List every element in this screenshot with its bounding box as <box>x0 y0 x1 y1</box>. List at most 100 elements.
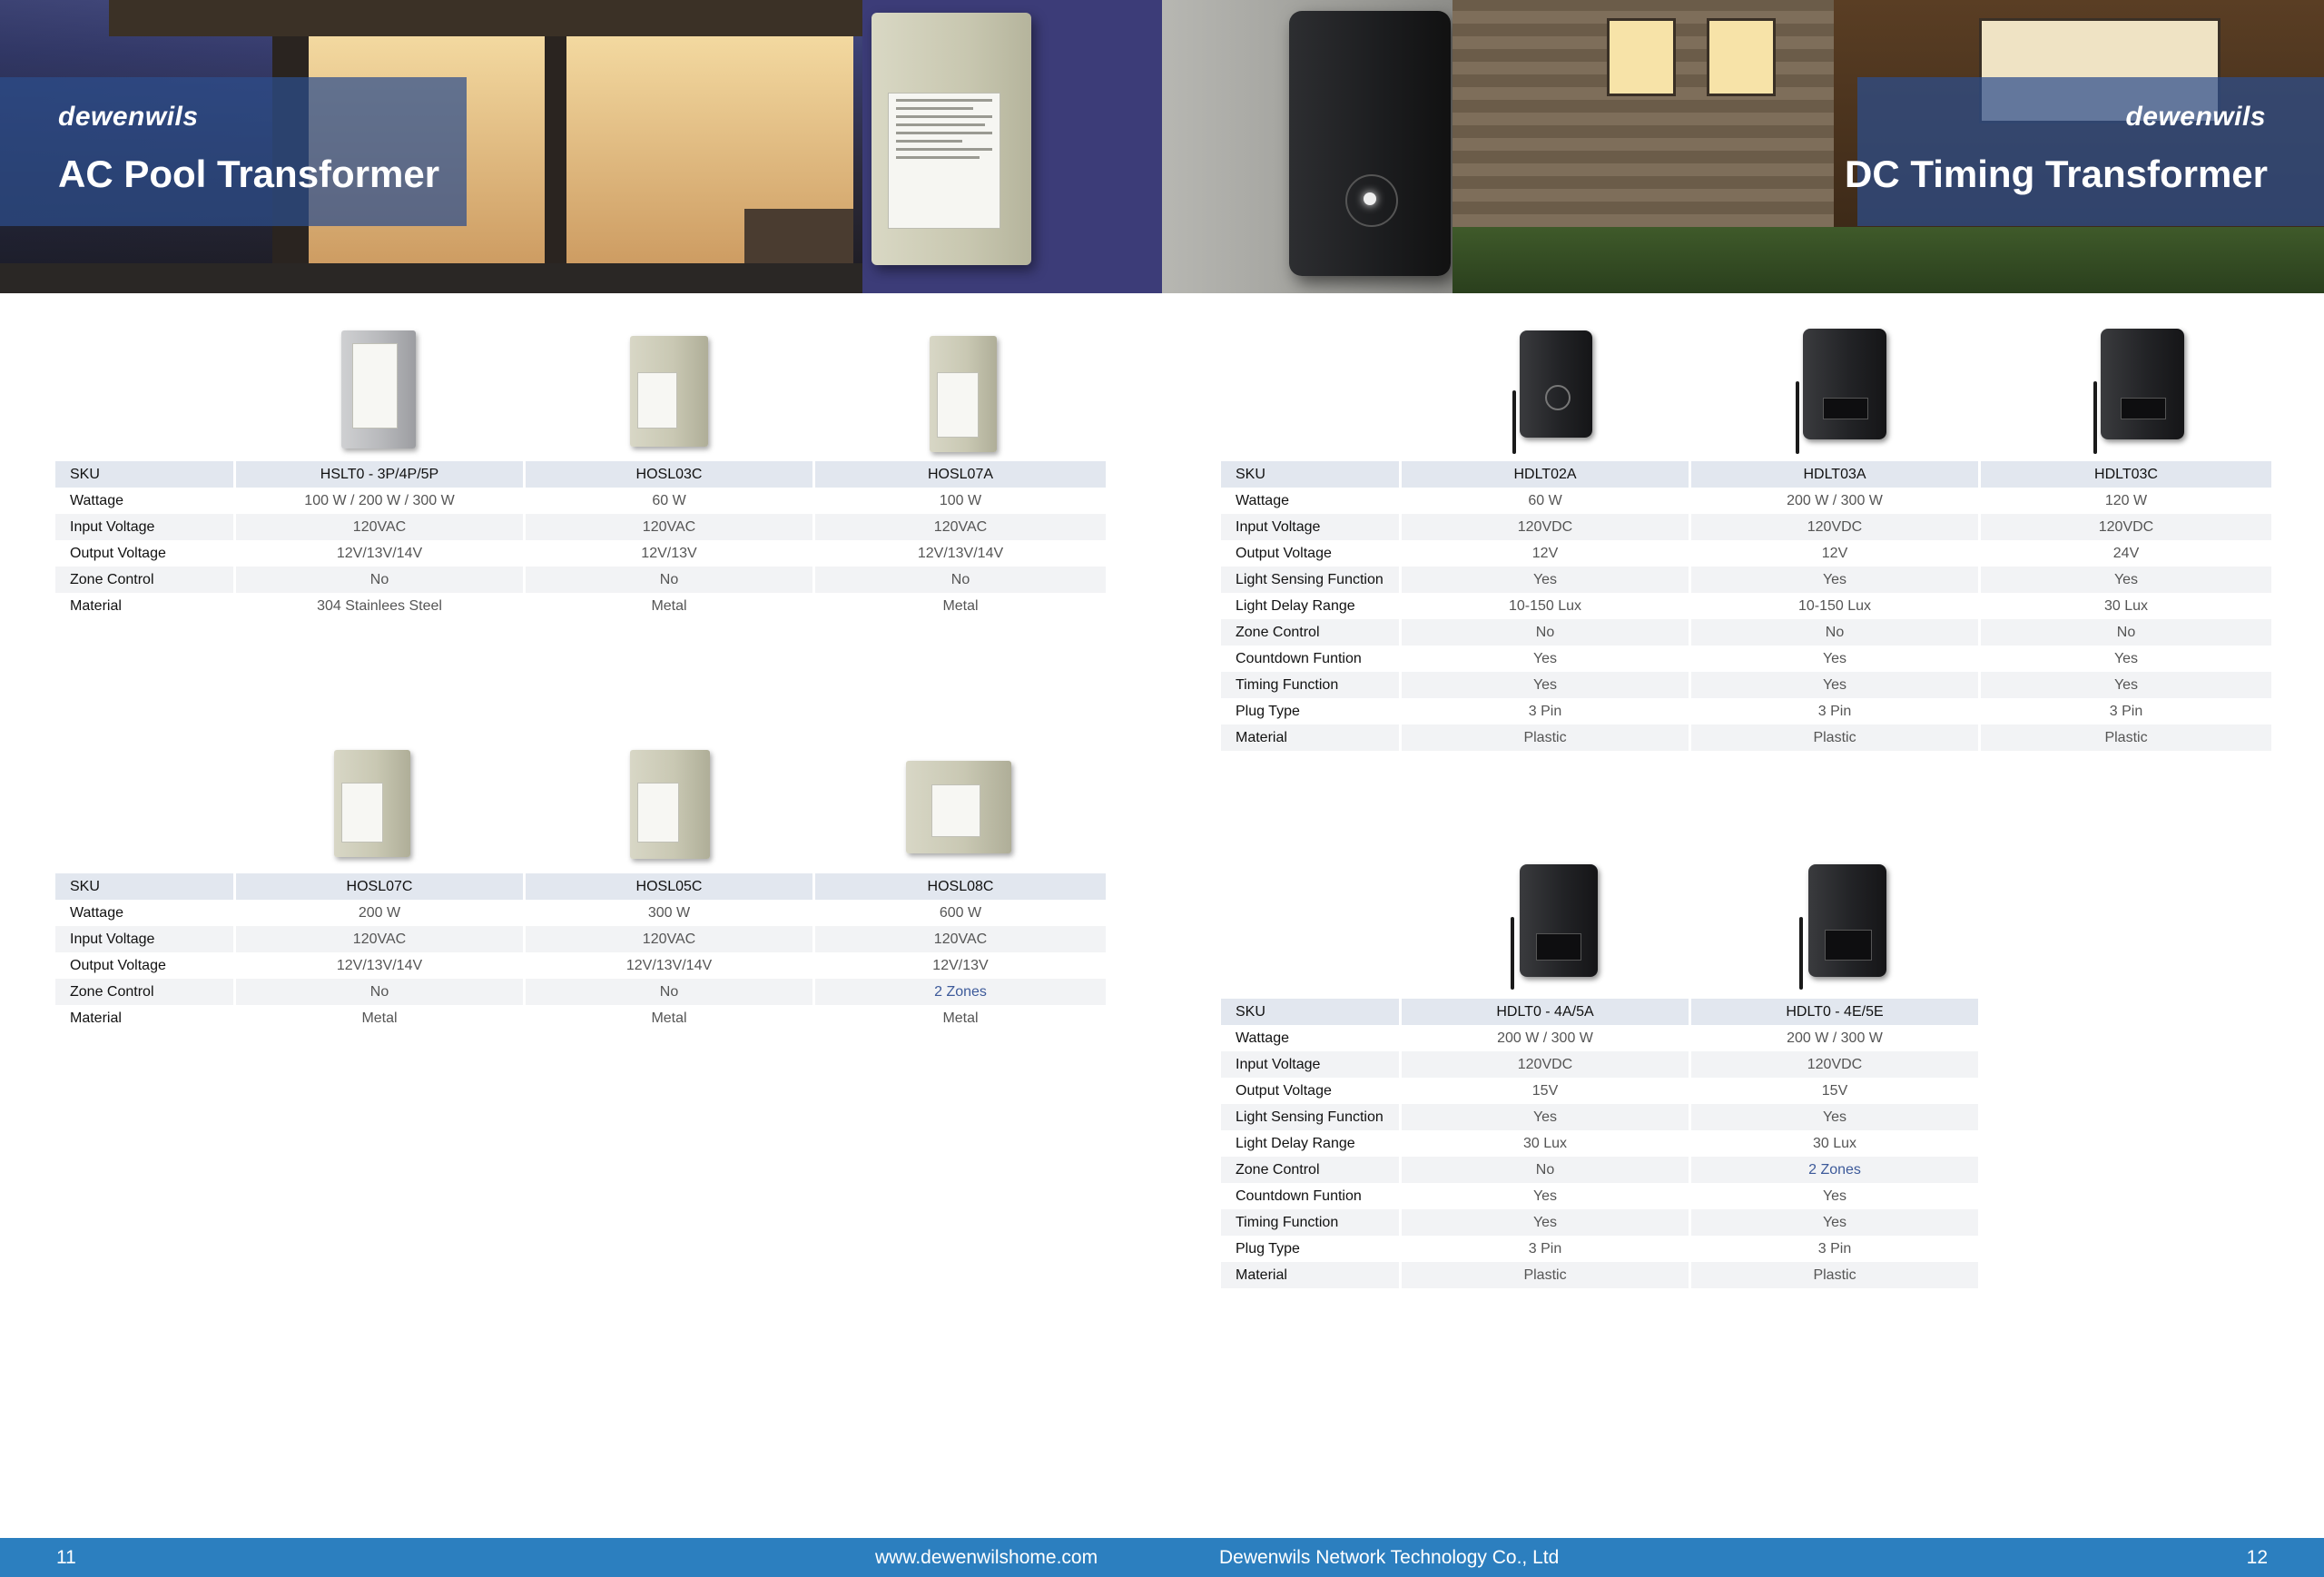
table-cell: 200 W / 300 W <box>1787 1030 1883 1046</box>
pool-transformer-photo <box>872 13 1031 265</box>
table-cell: Yes <box>1691 1104 1978 1130</box>
table-row-zone-control: Zone Control No No No <box>55 567 1106 593</box>
table-cell: Yes <box>2113 650 2139 666</box>
page-title: DC Timing Transformer <box>1845 153 2268 195</box>
page-title: AC Pool Transformer <box>58 153 440 195</box>
table-cell: 3 Pin <box>1528 703 1562 719</box>
hero-title-band <box>1857 77 2324 226</box>
roof-beams <box>109 0 872 36</box>
sku-cell: HDLT02A <box>1402 461 1689 488</box>
table-row-output-voltage: Output Voltage 15V 15V <box>1221 1078 1978 1104</box>
row-label: Wattage <box>70 492 123 508</box>
sku-cell: HSLT0 - 3P/4P/5P <box>236 461 523 488</box>
table-cell: Yes <box>1822 1188 1847 1204</box>
row-label: Wattage <box>1236 1030 1289 1046</box>
table-row-output-voltage: Output Voltage 12V/13V/14V 12V/13V 12V/1… <box>55 540 1106 567</box>
row-label: Material <box>1221 724 1399 751</box>
table-cell: Plastic <box>1402 724 1689 751</box>
table-row-wattage: Wattage 60 W 200 W / 300 W 120 W <box>1221 488 2271 514</box>
table-cell: Metal <box>942 1010 979 1026</box>
table-cell: Yes <box>1981 567 2271 593</box>
table-cell: 3 Pin <box>1817 1240 1852 1257</box>
table-cell: 60 W <box>652 492 686 508</box>
row-label: SKU <box>1221 999 1399 1025</box>
table-cell: 200 W <box>358 904 401 921</box>
table-cell: No <box>236 567 523 593</box>
power-cord <box>1796 381 1799 454</box>
sku-cell: HDLT0 - 4A/5A <box>1402 999 1689 1025</box>
table-cell: Yes <box>1402 672 1689 698</box>
table-cell: Yes <box>1532 650 1558 666</box>
lcd-display <box>1823 398 1868 419</box>
row-label: Light Sensing Function <box>1221 1104 1399 1130</box>
table-cell: 120VAC <box>236 926 523 952</box>
table-cell: No <box>815 567 1106 593</box>
table-cell: Plastic <box>1402 1262 1689 1288</box>
row-label: Input Voltage <box>55 926 233 952</box>
row-label: Light Delay Range <box>1236 1135 1355 1151</box>
row-label: Zone Control <box>55 567 233 593</box>
row-label: Countdown Funtion <box>1236 650 1362 666</box>
table-row-material: Material 304 Stainlees Steel Metal Metal <box>55 593 1106 619</box>
dc-spec-table-2: SKU HDLT0 - 4A/5A HDLT0 - 4E/5E Wattage … <box>1218 999 1981 1288</box>
sku-cell: HDLT03C <box>1981 461 2271 488</box>
row-label: Timing Function <box>1221 672 1399 698</box>
table-cell: 304 Stainlees Steel <box>317 597 442 614</box>
sku-cell: HDLT03A <box>1691 461 1978 488</box>
row-label: Input Voltage <box>1221 1051 1399 1078</box>
table-row-timing: Timing Function Yes Yes <box>1221 1209 1978 1236</box>
table-cell: 12V/13V <box>932 957 989 973</box>
table-row-sku: SKU HDLT0 - 4A/5A HDLT0 - 4E/5E <box>1221 999 1978 1025</box>
table-cell: Plastic <box>1691 1262 1978 1288</box>
table-cell: Yes <box>1822 650 1847 666</box>
row-label: Output Voltage <box>1236 1082 1332 1099</box>
row-label: Material <box>1221 1262 1399 1288</box>
table-cell: 30 Lux <box>1812 1135 1857 1151</box>
table-row-input-voltage: Input Voltage 120VDC 120VDC 120VDC <box>1221 514 2271 540</box>
sku-cell: HDLT0 - 4E/5E <box>1691 999 1978 1025</box>
table-row-sku: SKU HDLT02A HDLT03A HDLT03C <box>1221 461 2271 488</box>
right-page: dewenwils DC Timing Transformer SKU HDLT… <box>1162 0 2324 1577</box>
table-row-material: Material Metal Metal Metal <box>55 1005 1106 1031</box>
table-cell: 60 W <box>1528 492 1562 508</box>
table-row-plug-type: Plug Type 3 Pin 3 Pin 3 Pin <box>1221 698 2271 724</box>
power-cord <box>1799 917 1803 990</box>
row-label: SKU <box>1221 461 1399 488</box>
table-row-plug-type: Plug Type 3 Pin 3 Pin <box>1221 1236 1978 1262</box>
table-cell: Metal <box>651 1010 687 1026</box>
table-cell: 15V <box>1531 1082 1559 1099</box>
table-cell: 3 Pin <box>1528 1240 1562 1257</box>
row-label: SKU <box>55 461 233 488</box>
brand-logo: dewenwils <box>2125 102 2266 132</box>
table-cell: 100 W <box>939 492 982 508</box>
table-cell: 120VAC <box>236 514 523 540</box>
table-row-input-voltage: Input Voltage 120VAC 120VAC 120VAC <box>55 926 1106 952</box>
power-cord <box>1512 390 1516 454</box>
window <box>1607 18 1676 96</box>
table-cell: No <box>526 979 812 1005</box>
row-label: Light Delay Range <box>1236 597 1355 614</box>
device-label <box>888 93 1000 229</box>
device-label <box>341 783 383 843</box>
product-image-hosl03c <box>630 336 708 447</box>
device-label <box>352 343 398 429</box>
table-cell: No <box>1402 619 1689 646</box>
table-cell: No <box>526 567 812 593</box>
window <box>1707 18 1776 96</box>
table-cell: Yes <box>1691 1209 1978 1236</box>
table-cell: Yes <box>1981 672 2271 698</box>
website-link[interactable]: www.dewenwilshome.com <box>875 1547 1098 1569</box>
table-cell: 100 W / 200 W / 300 W <box>304 492 455 508</box>
sku-cell: HOSL05C <box>526 873 812 900</box>
row-label: Countdown Funtion <box>1236 1188 1362 1204</box>
table-row-material: Material Plastic Plastic Plastic <box>1221 724 2271 751</box>
row-label: Input Voltage <box>55 514 233 540</box>
table-cell: 12V/13V/14V <box>625 957 713 973</box>
table-cell: 120VDC <box>1691 1051 1978 1078</box>
table-row-output-voltage: Output Voltage 12V 12V 24V <box>1221 540 2271 567</box>
table-row-light-delay: Light Delay Range 10-150 Lux 10-150 Lux … <box>1221 593 2271 619</box>
table-cell: Metal <box>942 597 979 614</box>
row-label: Output Voltage <box>70 545 166 561</box>
left-page: dewenwils AC Pool Transformer SKU HSLT0 … <box>0 0 1162 1577</box>
hero-banner-ac: dewenwils AC Pool Transformer <box>0 0 1162 293</box>
